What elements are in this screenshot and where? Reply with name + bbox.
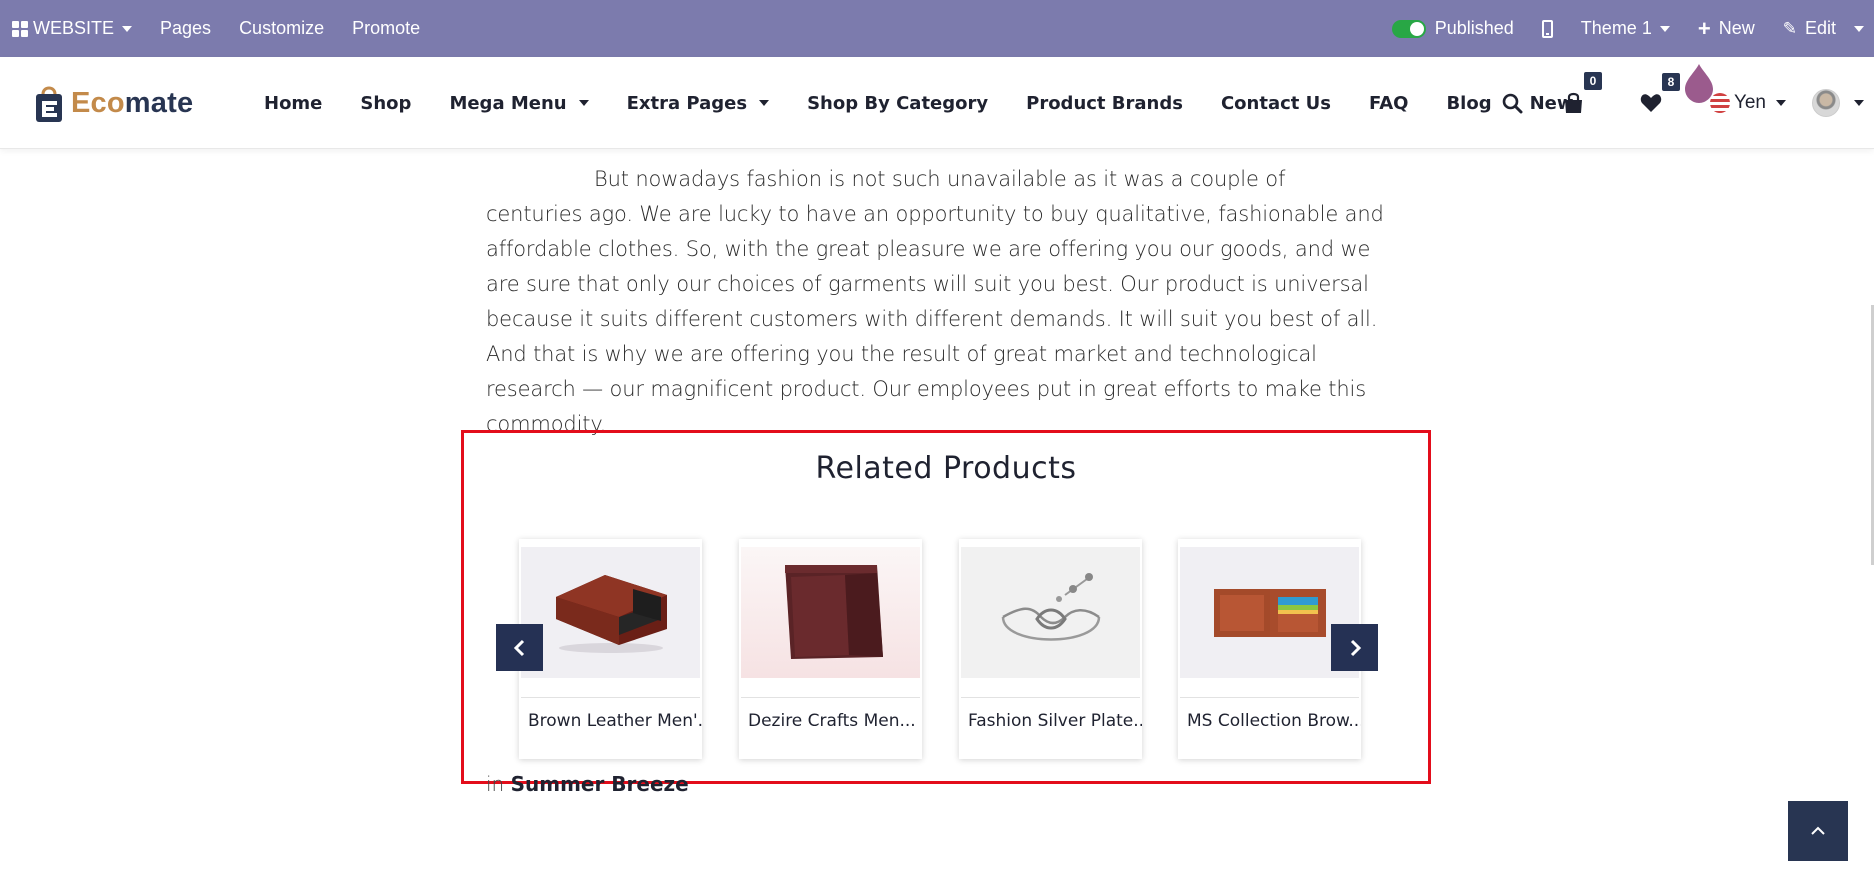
description-paragraph: But nowadays fashion is not such unavail… bbox=[486, 167, 1384, 436]
nav-faq[interactable]: FAQ bbox=[1350, 93, 1427, 114]
nav-blog[interactable]: Blog bbox=[1427, 93, 1510, 114]
edit-label: Edit bbox=[1804, 18, 1836, 38]
product-image[interactable] bbox=[961, 547, 1140, 678]
bracelet-image-icon bbox=[1001, 573, 1101, 641]
cart-button[interactable]: 0 bbox=[1563, 72, 1602, 114]
mobile-preview-button[interactable] bbox=[1528, 0, 1567, 57]
related-products-title: Related Products bbox=[815, 451, 1077, 486]
admin-bar-left: WEBSITE Pages Customize Promote bbox=[0, 0, 434, 57]
main-navigation: Ecomate Home Shop Mega Menu Extra Pages … bbox=[0, 57, 1874, 149]
card-divider bbox=[1180, 697, 1359, 698]
toggle-switch-icon[interactable] bbox=[1391, 19, 1426, 38]
category-tag-line: in Summer Breeze bbox=[486, 772, 689, 796]
chevron-left-icon bbox=[513, 639, 524, 656]
avatar bbox=[1812, 89, 1840, 117]
admin-bar: WEBSITE Pages Customize Promote Publishe… bbox=[0, 0, 1874, 57]
caret-down-icon bbox=[1854, 100, 1864, 106]
site-logo[interactable]: Ecomate bbox=[35, 81, 193, 125]
published-label: Published bbox=[1434, 18, 1514, 38]
product-name[interactable]: Fashion Silver Plate... bbox=[959, 711, 1142, 731]
chevron-right-icon bbox=[1350, 639, 1361, 656]
promote-menu-button[interactable]: Promote bbox=[338, 0, 434, 57]
related-products-carousel: Brown Leather Men'... Dezire Crafts Men.… bbox=[519, 539, 1399, 759]
website-menu-button[interactable]: WEBSITE bbox=[0, 0, 146, 57]
nav-mega-menu-label: Mega Menu bbox=[449, 92, 567, 114]
pages-menu-button[interactable]: Pages bbox=[146, 0, 225, 57]
new-content-button[interactable]: + New bbox=[1684, 0, 1769, 57]
website-menu-label: WEBSITE bbox=[33, 18, 115, 38]
carousel-next-button[interactable] bbox=[1331, 624, 1378, 671]
nav-shop[interactable]: Shop bbox=[341, 93, 430, 114]
product-name[interactable]: Dezire Crafts Men... bbox=[739, 711, 922, 731]
carousel-prev-button[interactable] bbox=[496, 624, 543, 671]
caret-down-icon bbox=[578, 100, 589, 106]
nav-contact-us[interactable]: Contact Us bbox=[1202, 93, 1350, 114]
heart-icon bbox=[1640, 94, 1662, 112]
logo-bag-icon bbox=[36, 86, 62, 122]
mobile-icon bbox=[1541, 19, 1553, 38]
nav-extra-pages[interactable]: Extra Pages bbox=[608, 93, 788, 114]
published-toggle[interactable]: Published bbox=[1378, 0, 1528, 57]
nav-mega-menu[interactable]: Mega Menu bbox=[430, 93, 607, 114]
product-image[interactable] bbox=[521, 547, 700, 678]
wishlist-count-badge: 8 bbox=[1661, 73, 1680, 91]
main-menu: Home Shop Mega Menu Extra Pages Shop By … bbox=[245, 57, 1593, 149]
chevron-up-icon bbox=[1811, 826, 1825, 835]
card-divider bbox=[961, 697, 1140, 698]
caret-down-icon bbox=[122, 25, 133, 32]
category-tag-link[interactable]: Summer Breeze bbox=[511, 772, 689, 796]
currency-selector[interactable]: Yen bbox=[1709, 92, 1786, 114]
product-card[interactable]: Fashion Silver Plate... bbox=[959, 539, 1142, 759]
wallet-image-icon bbox=[556, 575, 667, 653]
product-image[interactable] bbox=[741, 547, 920, 678]
card-divider bbox=[741, 697, 920, 698]
product-card[interactable]: Brown Leather Men'... bbox=[519, 539, 702, 759]
caret-down-icon bbox=[1659, 25, 1670, 32]
card-divider bbox=[521, 697, 700, 698]
wallet-image-icon bbox=[785, 565, 883, 659]
customize-menu-button[interactable]: Customize bbox=[225, 0, 338, 57]
apps-grid-icon bbox=[12, 20, 28, 37]
product-description-text: But nowadays fashion is not such unavail… bbox=[486, 162, 1386, 442]
cart-count-badge: 0 bbox=[1583, 72, 1602, 90]
nav-shop-by-category[interactable]: Shop By Category bbox=[788, 93, 1007, 114]
scroll-to-top-button[interactable] bbox=[1788, 801, 1848, 861]
pencil-icon: ✎ bbox=[1782, 18, 1797, 38]
currency-label: Yen bbox=[1733, 92, 1766, 113]
droplet-decoration-icon bbox=[1685, 64, 1713, 103]
theme-label: Theme 1 bbox=[1580, 18, 1652, 38]
caret-down-icon bbox=[1776, 100, 1786, 106]
nav-product-brands[interactable]: Product Brands bbox=[1007, 93, 1202, 114]
admin-bar-right: Published Theme 1 + New ✎ Edit bbox=[1378, 0, 1874, 57]
edit-options-dropdown[interactable] bbox=[1850, 0, 1874, 57]
nav-extra-pages-label: Extra Pages bbox=[626, 92, 748, 114]
user-account-menu[interactable] bbox=[1812, 89, 1864, 117]
related-products-section: Related Products Brown Leather Men'... D… bbox=[461, 430, 1431, 784]
plus-icon: + bbox=[1697, 15, 1711, 41]
tag-prefix: in bbox=[486, 772, 505, 796]
theme-menu-button[interactable]: Theme 1 bbox=[1567, 0, 1684, 57]
logo-text: Ecomate bbox=[71, 86, 194, 119]
product-name[interactable]: MS Collection Brow... bbox=[1178, 711, 1361, 731]
caret-down-icon bbox=[759, 100, 770, 106]
wishlist-button[interactable]: 8 bbox=[1640, 73, 1680, 113]
caret-down-icon bbox=[1854, 25, 1864, 32]
new-label: New bbox=[1718, 18, 1755, 38]
product-name[interactable]: Brown Leather Men'... bbox=[519, 711, 702, 731]
nav-home[interactable]: Home bbox=[245, 93, 341, 114]
product-card[interactable]: Dezire Crafts Men... bbox=[739, 539, 922, 759]
search-button[interactable] bbox=[1502, 93, 1523, 114]
shopping-bag-icon bbox=[1564, 92, 1582, 113]
search-icon bbox=[1502, 93, 1523, 113]
edit-button[interactable]: ✎ Edit bbox=[1769, 0, 1850, 57]
